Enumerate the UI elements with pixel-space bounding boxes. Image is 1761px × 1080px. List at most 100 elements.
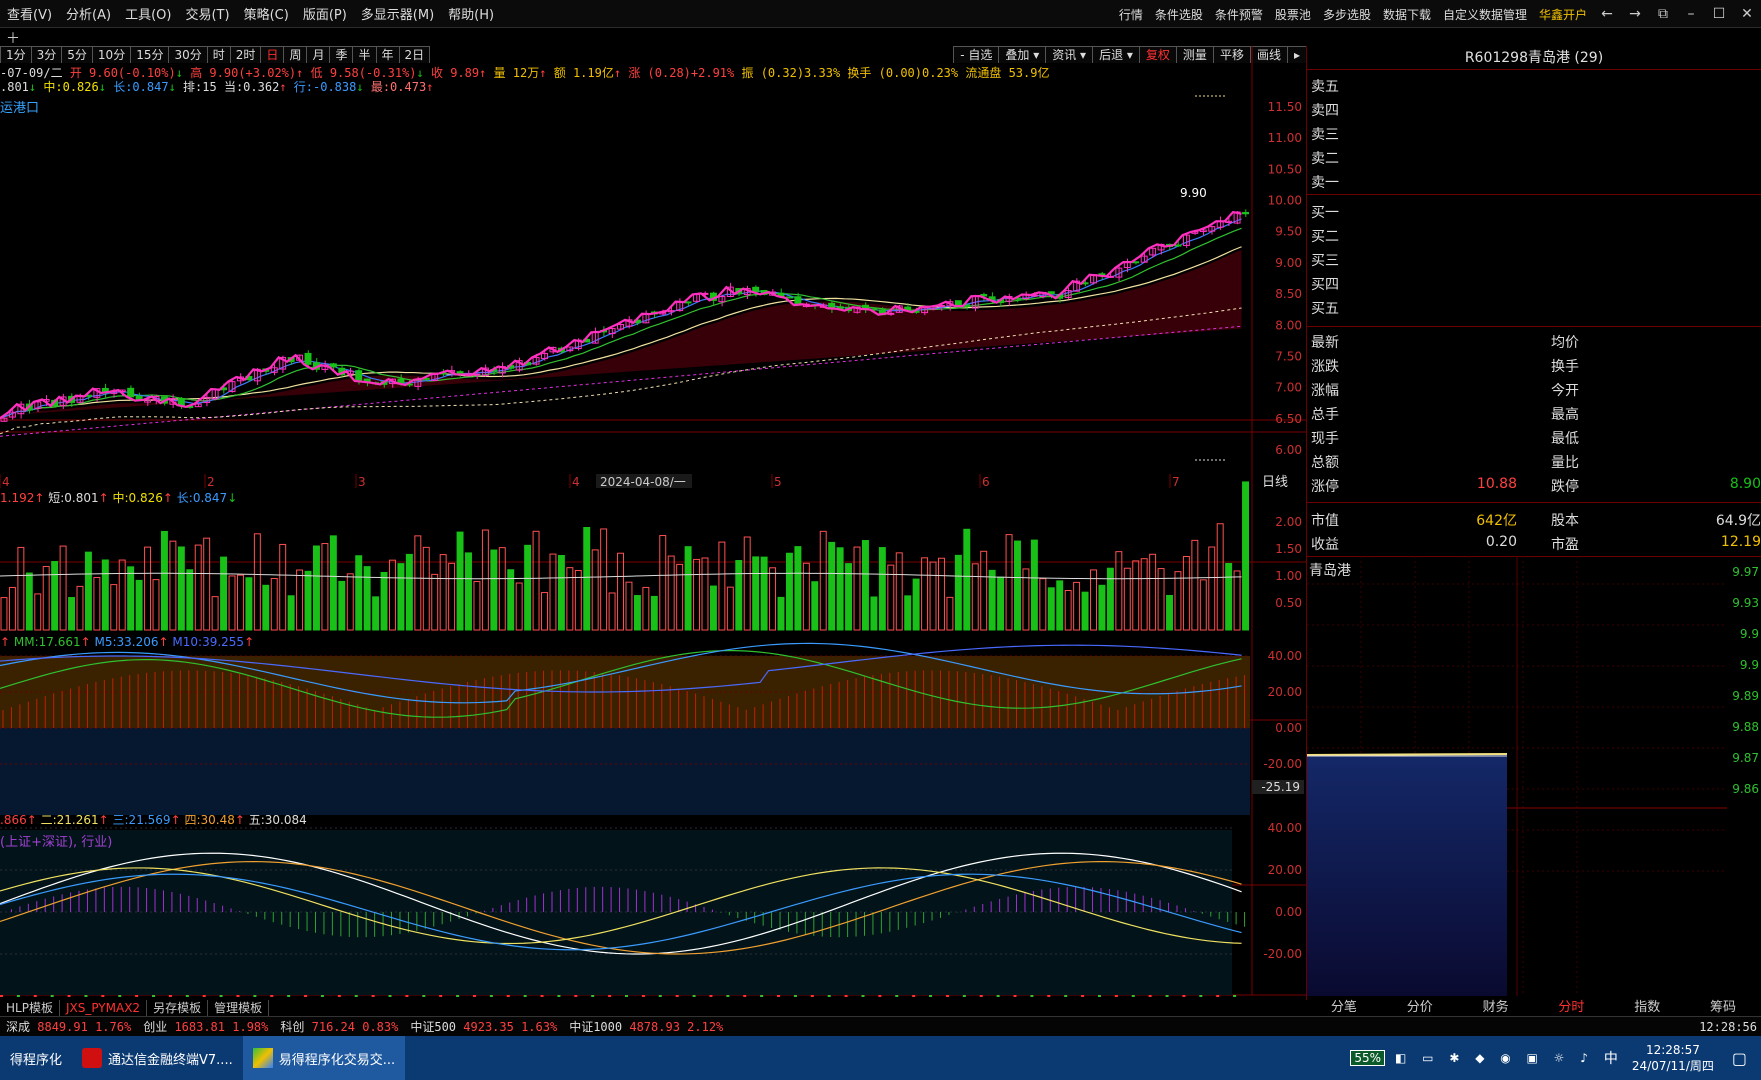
tray-icons[interactable]: ◧ ▭ ✱ ◆ ◉ ▣ ☼ ♪ xyxy=(1395,1051,1594,1065)
ime-indicator[interactable]: 中 xyxy=(1604,1048,1618,1068)
quote-label-left-3: 总手 xyxy=(1311,407,1339,423)
task-yide[interactable]: 易得程序化交易交... xyxy=(242,1036,406,1080)
sell-level-4: 卖四 xyxy=(1311,103,1339,119)
volume-bar xyxy=(600,528,608,631)
template-hlp[interactable]: HLP模板 xyxy=(0,1000,60,1016)
volume-bar xyxy=(490,549,498,631)
arrow-right-icon[interactable]: → xyxy=(1621,6,1649,22)
intraday-mini-chart[interactable]: 9.97 9.93 9.9 9.9 9.89 9.88 9.87 9.86 xyxy=(1307,556,1761,996)
vol-info: 1.192↑ 短:0.801↑ 中:0.826↑ 长:0.847↓ xyxy=(0,490,237,505)
quote-tab-2[interactable]: 财务 xyxy=(1458,1000,1534,1016)
add-icon[interactable]: ＋ xyxy=(6,31,20,47)
index-1[interactable]: 创业 1683.81 1.98% xyxy=(137,1018,274,1035)
nav-data-download[interactable]: 数据下载 xyxy=(1377,6,1437,23)
clock[interactable]: 12:28:57 24/07/11/周四 xyxy=(1632,1042,1714,1074)
menu-analysis[interactable]: 分析(A) xyxy=(59,4,118,23)
chart-area[interactable]: 9.90 11.50 11.00 10.50 10.00 9.50 9.00 8.50 8.00… xyxy=(0,46,1306,1000)
quote-label-right-5: 量比 xyxy=(1551,455,1579,471)
candle xyxy=(304,352,312,365)
template-jxs[interactable]: JXS_PYMAX2 xyxy=(60,1000,148,1016)
menu-multi-display[interactable]: 多显示器(M) xyxy=(354,4,441,23)
quote-tab-1[interactable]: 分价 xyxy=(1382,1000,1458,1016)
menu-tools[interactable]: 工具(O) xyxy=(118,4,178,23)
signal-dot xyxy=(422,995,426,997)
notification-icon[interactable]: ▢ xyxy=(1732,1049,1747,1068)
vol-axis-label: 1.50 xyxy=(1275,542,1302,556)
task-tdx[interactable]: 通达信金融终端V7.... xyxy=(72,1036,243,1080)
quote-tab-3[interactable]: 分时 xyxy=(1533,1000,1609,1016)
volume-bar xyxy=(84,551,92,631)
index-4[interactable]: 中证1000 4878.93 2.12% xyxy=(563,1018,729,1035)
task-app-1[interactable]: 得程序化 xyxy=(0,1036,72,1080)
volume-bar xyxy=(718,541,726,631)
volume-bar xyxy=(262,584,270,631)
volume-bar xyxy=(169,540,177,631)
volume-bar xyxy=(380,572,388,631)
quote-divider xyxy=(1307,194,1761,195)
volume-bar xyxy=(1199,579,1207,631)
quote-label-right-2: 今开 xyxy=(1551,383,1579,399)
signal-dot xyxy=(354,995,358,997)
mini-axis-label: 9.97 xyxy=(1732,565,1759,579)
nav-condition-select[interactable]: 条件选股 xyxy=(1149,6,1209,23)
candle xyxy=(177,398,185,406)
nav-quotes[interactable]: 行情 xyxy=(1113,6,1149,23)
signal-dot xyxy=(709,995,713,997)
index-2[interactable]: 科创 716.24 0.83% xyxy=(274,1018,404,1035)
menu-trade[interactable]: 交易(T) xyxy=(178,4,236,23)
nav-stock-pool[interactable]: 股票池 xyxy=(1269,6,1317,23)
index-3[interactable]: 中证500 4923.35 1.63% xyxy=(404,1018,563,1035)
signal-dot xyxy=(337,995,341,997)
index-0[interactable]: 深成 8849.91 1.76% xyxy=(0,1018,137,1035)
volume-bar xyxy=(456,531,464,631)
volume-bar xyxy=(1073,581,1081,631)
mini-price-line xyxy=(1307,753,1508,756)
menu-view[interactable]: 查看(V) xyxy=(0,4,59,23)
nav-custom-data[interactable]: 自定义数据管理 xyxy=(1437,6,1533,23)
volume-bar xyxy=(422,546,430,631)
signal-dot xyxy=(168,995,172,997)
signal-dot xyxy=(1047,995,1051,997)
signal-dot xyxy=(1030,995,1034,997)
volume-bar xyxy=(236,574,244,631)
volume-bar xyxy=(321,543,329,631)
signal-dot xyxy=(996,995,1000,997)
volume-bar xyxy=(245,577,253,631)
battery-badge[interactable]: 55% xyxy=(1350,1050,1386,1066)
restore-icon[interactable]: ⧉ xyxy=(1649,6,1677,22)
volume-bar xyxy=(811,581,819,631)
volume-bar xyxy=(25,572,33,631)
nav-condition-alert[interactable]: 条件预警 xyxy=(1209,6,1269,23)
secondary-toolbar: ＋ xyxy=(0,28,1306,47)
signal-dot xyxy=(726,995,730,997)
nav-multistep-select[interactable]: 多步选股 xyxy=(1317,6,1377,23)
quote-tab-0[interactable]: 分笔 xyxy=(1306,1000,1382,1016)
quote-label-left-4: 现手 xyxy=(1311,431,1339,447)
menu-help[interactable]: 帮助(H) xyxy=(441,4,501,23)
minimize-icon[interactable]: – xyxy=(1677,6,1705,22)
maximize-icon[interactable]: ☐ xyxy=(1705,6,1733,22)
quote-tab-5[interactable]: 筹码 xyxy=(1685,1000,1761,1016)
daily-label: 日线 xyxy=(1262,475,1288,490)
template-save-as[interactable]: 另存模板 xyxy=(147,1000,209,1016)
close-icon[interactable]: ✕ xyxy=(1733,6,1761,22)
volume-bar xyxy=(101,559,109,631)
volume-bar xyxy=(617,552,625,631)
signal-dot xyxy=(777,995,781,997)
quote-tab-4[interactable]: 指数 xyxy=(1609,1000,1685,1016)
template-manage[interactable]: 管理模板 xyxy=(208,1000,270,1016)
volume-bar xyxy=(473,581,481,631)
template-bar: HLP模板 JXS_PYMAX2 另存模板 管理模板 xyxy=(0,1000,1306,1016)
menu-layout[interactable]: 版面(P) xyxy=(296,4,354,23)
volume-bar xyxy=(549,553,557,631)
nav-open-account[interactable]: 华鑫开户 xyxy=(1533,6,1593,23)
volume-bar xyxy=(405,553,413,631)
volume-bar xyxy=(296,569,304,631)
arrow-left-icon[interactable]: ← xyxy=(1593,6,1621,22)
price-axis-label: 10.00 xyxy=(1268,194,1302,208)
menu-strategy[interactable]: 策略(C) xyxy=(237,4,296,23)
volume-bar xyxy=(1056,580,1064,631)
system-tray: 55% ◧ ▭ ✱ ◆ ◉ ▣ ☼ ♪ 中 12:28:57 24/07/11/… xyxy=(1350,1036,1761,1080)
volume-bar xyxy=(693,558,701,631)
volume-bar xyxy=(769,567,777,631)
